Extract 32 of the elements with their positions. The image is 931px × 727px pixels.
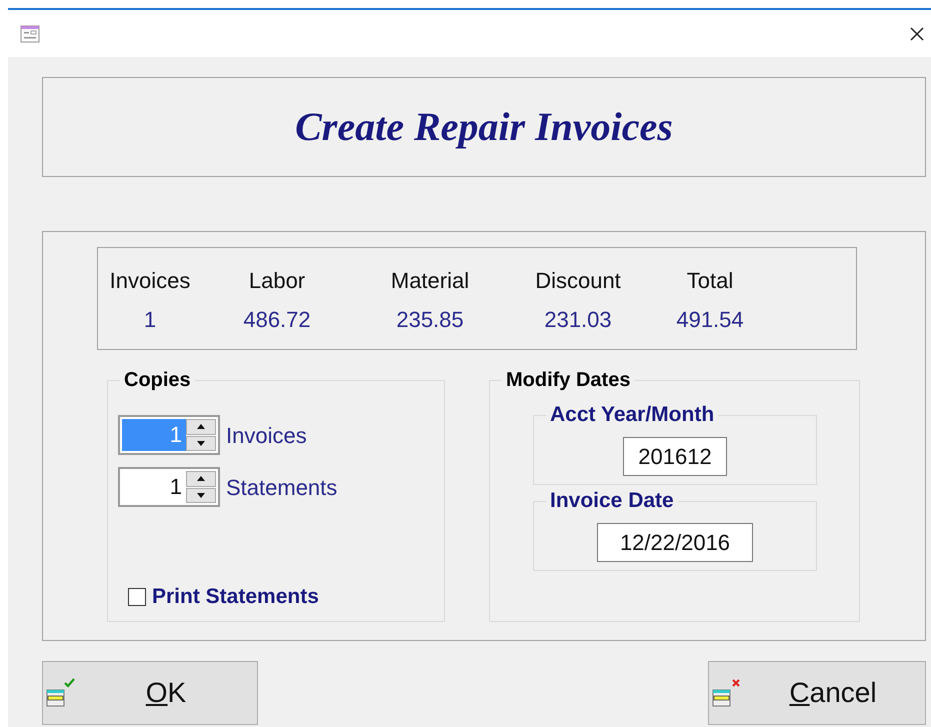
spin-down-button[interactable] <box>186 488 216 503</box>
close-icon[interactable] <box>909 26 925 42</box>
table-check-icon <box>45 678 75 708</box>
column-label: Discount <box>535 267 621 295</box>
cancel-button[interactable]: Cancel <box>708 661 926 725</box>
checkbox-label[interactable]: Print Statements <box>152 581 319 612</box>
column-label: Invoices <box>110 267 190 295</box>
spinner-field[interactable]: 1 <box>118 467 220 507</box>
field-label: Statements <box>226 474 338 502</box>
summary-value: 486.72 <box>243 306 311 334</box>
up-arrow-icon <box>197 476 205 482</box>
column-label: Total <box>686 267 734 295</box>
spin-up-button[interactable] <box>186 419 216 434</box>
column-label: Material <box>390 267 470 295</box>
summary-value: 491.54 <box>676 306 744 334</box>
column-label: Labor <box>248 267 306 295</box>
down-arrow-icon <box>197 492 205 498</box>
date-field[interactable]: 201612 <box>623 437 727 476</box>
date-field[interactable]: 12/22/2016 <box>597 523 753 562</box>
up-arrow-icon <box>197 424 205 430</box>
spin-up-button[interactable] <box>186 471 216 486</box>
summary-value: 235.85 <box>396 306 464 334</box>
dialog-heading: Create Repair Invoices <box>295 103 673 151</box>
down-arrow-icon <box>197 440 205 446</box>
field-label: Invoices <box>226 422 307 450</box>
table-cross-icon <box>711 678 741 708</box>
summary-value: 1 <box>144 306 156 334</box>
window-icon <box>20 24 40 42</box>
ok-button[interactable]: OK <box>42 661 258 725</box>
summary-value: 231.03 <box>544 306 612 334</box>
checkbox[interactable] <box>128 588 146 606</box>
spin-down-button[interactable] <box>186 436 216 451</box>
